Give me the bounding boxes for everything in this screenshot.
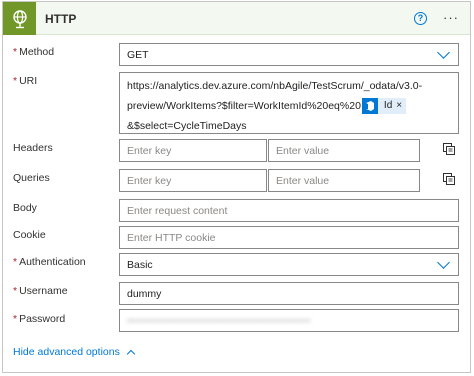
chevron-down-icon — [437, 256, 450, 269]
switch-to-text-mode-icon[interactable] — [443, 173, 455, 185]
password-value: ••••••••••••••••••••••••••••••••••••••••… — [127, 314, 311, 327]
body-label: Body — [13, 202, 37, 214]
action-title: HTTP — [45, 12, 77, 26]
required-marker: * — [13, 313, 18, 325]
uri-label: * URI — [13, 75, 38, 87]
uri-line-1: https://analytics.dev.azure.com/nbAgile/… — [127, 80, 423, 92]
queries-label: Queries — [13, 172, 50, 184]
method-label: * Method — [13, 46, 55, 58]
authentication-dropdown[interactable]: Basic — [119, 253, 459, 276]
authentication-label: * Authentication — [13, 256, 86, 268]
username-label: * Username — [13, 285, 68, 297]
authentication-value: Basic — [127, 258, 153, 271]
uri-input[interactable]: https://analytics.dev.azure.com/nbAgile/… — [119, 72, 459, 134]
more-options-icon[interactable]: ··· — [443, 10, 459, 25]
switch-to-text-mode-icon[interactable] — [443, 143, 455, 155]
token-remove-icon[interactable]: × — [396, 96, 406, 116]
uri-line-3: &$select=CycleTimeDays — [127, 120, 247, 132]
azure-devops-icon — [361, 98, 378, 115]
card-header[interactable]: HTTP ? ··· — [3, 2, 470, 35]
method-dropdown[interactable]: GET — [119, 43, 459, 66]
headers-label: Headers — [13, 142, 53, 154]
password-label: * Password — [13, 313, 66, 325]
http-action-card: HTTP ? ··· * Method GET * URI https://anal… — [2, 1, 471, 373]
cookie-label: Cookie — [13, 229, 46, 241]
username-input[interactable]: dummy — [119, 282, 459, 305]
uri-line-2: preview/WorkItems?$filter=WorkItemId%20e… — [127, 96, 451, 116]
dynamic-content-token[interactable]: Id × — [361, 96, 407, 116]
required-marker: * — [13, 75, 18, 87]
method-value: GET — [127, 48, 149, 61]
required-marker: * — [13, 285, 18, 297]
queries-value-input[interactable]: Enter value — [268, 169, 420, 192]
help-icon[interactable]: ? — [414, 12, 427, 25]
chevron-down-icon — [437, 46, 450, 59]
globe-icon — [3, 2, 36, 35]
required-marker: * — [13, 256, 18, 268]
hide-advanced-options-link[interactable]: Hide advanced options — [13, 346, 136, 359]
chevron-up-icon — [126, 349, 136, 359]
cookie-input[interactable]: Enter HTTP cookie — [119, 226, 459, 249]
token-label: Id — [383, 100, 393, 112]
body-input[interactable]: Enter request content — [119, 199, 459, 222]
password-input[interactable]: ••••••••••••••••••••••••••••••••••••••••… — [119, 309, 459, 332]
headers-key-input[interactable]: Enter key — [119, 139, 267, 162]
required-marker: * — [13, 46, 18, 58]
headers-value-input[interactable]: Enter value — [268, 139, 420, 162]
queries-key-input[interactable]: Enter key — [119, 169, 267, 192]
